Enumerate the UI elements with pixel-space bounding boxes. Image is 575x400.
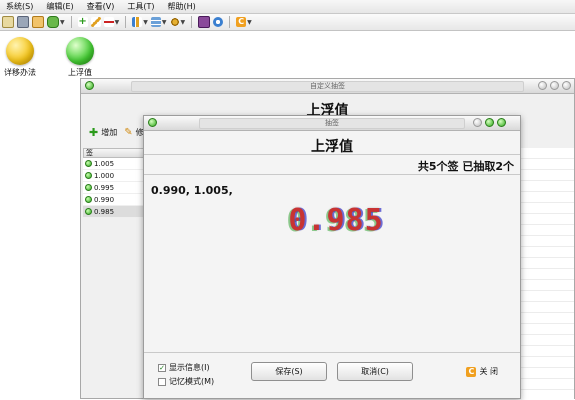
menu-view[interactable]: 查看(V)	[81, 1, 122, 12]
menu-tools[interactable]: 工具(T)	[121, 1, 161, 12]
close-dialog-button[interactable]: C 关 闭	[466, 366, 498, 377]
maximize-button[interactable]	[485, 118, 494, 127]
menu-help[interactable]: 帮助(H)	[161, 1, 202, 12]
minimize-button[interactable]	[473, 118, 482, 127]
menubar: 系统(S) 编辑(E) 查看(V) 工具(T) 帮助(H)	[0, 0, 575, 14]
list-item-label: 1.000	[94, 171, 115, 180]
checkbox-checked-icon[interactable]: ✓	[158, 363, 166, 372]
note-icon[interactable]	[32, 16, 44, 28]
green-dot-icon	[85, 160, 92, 167]
maximize-button[interactable]	[550, 81, 559, 90]
titlebar: 抽签	[144, 116, 520, 131]
drawn-values: 0.990, 1.005,	[151, 184, 233, 197]
menu-system[interactable]: 系统(S)	[0, 1, 40, 12]
window-icon	[85, 81, 94, 90]
dialog-heading: 上浮值	[311, 139, 353, 155]
new-icon[interactable]	[2, 16, 14, 28]
chevron-down-icon[interactable]: ▼	[181, 19, 186, 26]
list-item-label: 1.005	[94, 159, 115, 168]
list-item[interactable]: 0.995	[83, 182, 144, 194]
divider	[144, 174, 520, 175]
chart-icon[interactable]	[132, 17, 143, 27]
list-item-label: 0.990	[94, 195, 115, 204]
add-button[interactable]: 增加	[101, 127, 117, 138]
list-header: 签	[83, 148, 144, 158]
list-item[interactable]: 1.005	[83, 158, 144, 170]
list-item-label: 0.995	[94, 183, 115, 192]
close-button[interactable]	[497, 118, 506, 127]
show-info-label: 显示信息(I)	[169, 363, 210, 372]
draw-count-text: 共5个签 已抽取2个	[417, 160, 514, 173]
window-icon	[148, 118, 157, 127]
close-app-icon[interactable]: C	[236, 17, 247, 27]
chevron-down-icon[interactable]: ▼	[143, 19, 148, 26]
desktop-icon-float-value[interactable]: 上浮值	[57, 37, 103, 78]
current-draw-value: 0.985	[288, 203, 384, 238]
menu-edit[interactable]: 编辑(E)	[40, 1, 80, 12]
chevron-down-icon[interactable]: ▼	[247, 19, 252, 26]
memory-mode-checkbox[interactable]: 记忆模式(M)	[158, 376, 214, 387]
edit-icon[interactable]	[90, 17, 101, 27]
green-circle-icon	[66, 37, 94, 65]
toolbar-divider	[191, 16, 193, 28]
close-label: 关 闭	[479, 367, 498, 376]
cancel-button[interactable]: 取消(C)	[337, 362, 413, 381]
toolbar-divider	[125, 16, 127, 28]
refresh-icon[interactable]	[213, 17, 224, 27]
show-info-checkbox[interactable]: ✓ 显示信息(I)	[158, 362, 210, 373]
list-toolbar: ✚ 增加 ✎ 修	[89, 126, 144, 139]
desktop-icon-method[interactable]: 详移办法	[0, 37, 43, 78]
chevron-down-icon[interactable]: ▼	[115, 19, 120, 26]
lot-list: 1.005 1.000 0.995 0.990 0.985	[83, 158, 144, 218]
database-icon[interactable]	[47, 16, 59, 28]
table-icon[interactable]	[150, 17, 161, 27]
green-dot-icon	[85, 184, 92, 191]
book-icon[interactable]	[198, 16, 211, 28]
green-dot-icon	[85, 196, 92, 203]
chevron-down-icon[interactable]: ▼	[162, 19, 167, 26]
memory-mode-label: 记忆模式(M)	[169, 377, 215, 386]
green-dot-icon	[85, 208, 92, 215]
desktop-icon-label: 详移办法	[4, 68, 36, 77]
edit-icon: ✎	[124, 127, 133, 138]
remove-icon[interactable]	[103, 17, 114, 27]
titlebar: 自定义抽签	[81, 79, 574, 94]
close-icon: C	[466, 366, 477, 377]
yellow-circle-icon	[6, 37, 34, 65]
green-dot-icon	[85, 172, 92, 179]
close-button[interactable]	[562, 81, 571, 90]
wrench-icon[interactable]	[17, 16, 29, 28]
desktop-icon-label: 上浮值	[68, 68, 92, 77]
list-item-label: 0.985	[94, 207, 115, 216]
dialog-footer: ✓ 显示信息(I) 记忆模式(M) 保存(S) 取消(C) C 关 闭	[144, 352, 520, 398]
divider	[144, 352, 520, 353]
add-icon: ✚	[89, 126, 99, 139]
list-item[interactable]: 0.985	[83, 206, 144, 218]
toolbar-divider	[229, 16, 231, 28]
divider	[144, 154, 520, 155]
save-button[interactable]: 保存(S)	[251, 362, 327, 381]
window-title: 自定义抽签	[131, 81, 524, 92]
toolbar: ▼ + ▼ ▼ ▼ ▼ C ▼	[0, 14, 575, 31]
list-item[interactable]: 1.000	[83, 170, 144, 182]
dialog-title: 抽签	[199, 118, 465, 129]
add-icon[interactable]: +	[77, 17, 88, 27]
minimize-button[interactable]	[538, 81, 547, 90]
draw-dialog: 抽签 上浮值 共5个签 已抽取2个 0.990, 1.005, 0.985 ✓ …	[143, 115, 521, 399]
checkbox-icon[interactable]	[158, 377, 166, 386]
toolbar-divider	[70, 16, 72, 28]
gear-icon[interactable]	[169, 17, 180, 27]
list-item[interactable]: 0.990	[83, 194, 144, 206]
chevron-down-icon[interactable]: ▼	[60, 19, 65, 26]
